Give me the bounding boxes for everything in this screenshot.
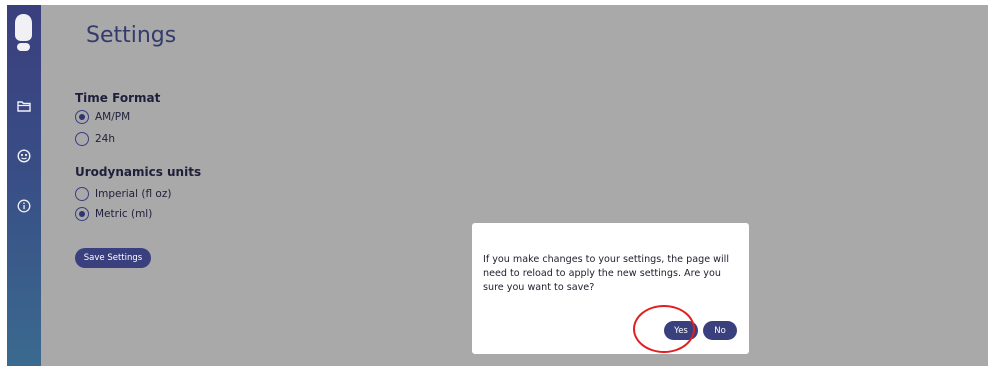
radio-selected-dot <box>79 211 85 217</box>
units-title: Urodynamics units <box>75 165 202 179</box>
radio-24h[interactable]: 24h <box>75 131 115 147</box>
radio-imperial[interactable]: Imperial (fl oz) <box>75 186 171 202</box>
page-title: Settings <box>86 23 177 48</box>
radio-ampm[interactable]: AM/PM <box>75 109 130 125</box>
radio-metric[interactable]: Metric (ml) <box>75 206 152 222</box>
radio-selected-dot <box>79 114 85 120</box>
radio-button[interactable] <box>75 187 89 201</box>
face-icon[interactable] <box>16 148 32 164</box>
radio-label: Metric (ml) <box>95 208 153 220</box>
app-logo <box>15 14 32 51</box>
time-format-title: Time Format <box>75 91 161 105</box>
save-settings-button[interactable]: Save Settings <box>75 248 151 268</box>
info-icon[interactable] <box>16 198 32 214</box>
yes-button[interactable]: Yes <box>664 321 698 340</box>
radio-label: AM/PM <box>95 111 131 123</box>
sidebar <box>7 5 41 366</box>
folder-icon[interactable] <box>16 98 32 114</box>
radio-button[interactable] <box>75 110 89 124</box>
no-button[interactable]: No <box>703 321 737 340</box>
dialog-message: If you make changes to your settings, th… <box>483 254 729 293</box>
confirm-dialog: If you make changes to your settings, th… <box>472 223 749 354</box>
radio-button[interactable] <box>75 207 89 221</box>
radio-button[interactable] <box>75 132 89 146</box>
app-window: Settings Time Format AM/PM 24h Urodynami… <box>7 5 988 366</box>
radio-label: Imperial (fl oz) <box>95 188 172 200</box>
radio-label: 24h <box>95 133 116 145</box>
